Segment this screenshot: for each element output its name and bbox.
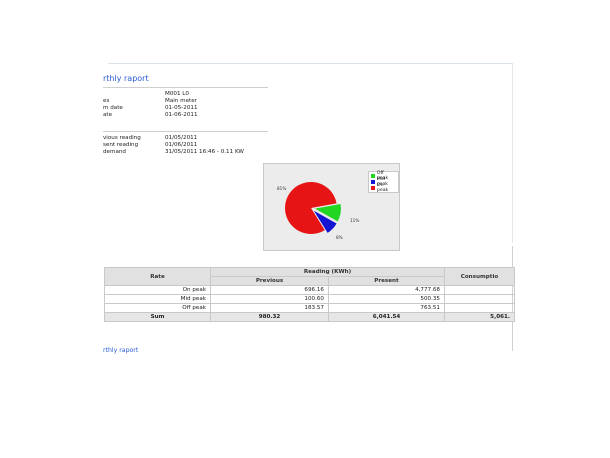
cell-rate: Mid peak <box>104 294 211 304</box>
title-divider <box>103 87 268 88</box>
legend-swatch-mid-peak <box>371 180 375 184</box>
info-value: 01-06-2011 <box>165 112 198 118</box>
reading-value: 31/05/2011 16:46 - 0.11 KW <box>165 149 244 155</box>
info-value: M001 L0 <box>165 91 189 97</box>
cell-consumption <box>444 294 515 304</box>
cell-present: 763.51 <box>328 303 445 313</box>
cell-consumption <box>444 285 515 295</box>
table-sum-row: Sum 980.32 6,041.54 5,061. <box>104 312 515 322</box>
slice-label-on-peak: 81% <box>277 186 287 191</box>
legend-label: On peak <box>376 183 389 193</box>
cell-present: 500.35 <box>328 294 445 304</box>
table-row: On peak 696.16 4,777.68 <box>104 285 515 295</box>
cell-previous: 100.60 <box>210 294 329 304</box>
legend-swatch-off-peak <box>371 174 375 178</box>
cell-consumption <box>444 303 515 313</box>
right-divider <box>512 63 513 243</box>
section-divider <box>103 131 268 132</box>
slice-label-mid-peak: 8% <box>336 235 343 240</box>
reading-value: 01/06/2011 <box>165 142 198 148</box>
cell-sum-previous: 980.32 <box>210 312 329 322</box>
info-label: es <box>103 98 110 104</box>
cell-previous: 183.57 <box>210 303 329 313</box>
cell-rate: On peak <box>104 285 211 295</box>
report-title[interactable]: rthly raport <box>103 74 149 83</box>
table-row: Off peak 183.57 763.51 <box>104 303 515 313</box>
col-rate[interactable]: Rate <box>104 267 211 286</box>
pie-chart: Off peak Mid peak On peak 81% 11% 8% <box>263 163 400 251</box>
col-present[interactable]: Present <box>328 276 445 286</box>
report-page: rthly raport M001 L0 es Main meter m dat… <box>0 0 610 458</box>
reading-label: sent reading <box>103 142 139 148</box>
legend-item: On peak <box>371 183 396 193</box>
legend-swatch-on-peak <box>371 186 375 190</box>
cell-present: 4,777.68 <box>328 285 445 295</box>
col-previous[interactable]: Previous <box>210 276 329 286</box>
cell-sum-label: Sum <box>104 312 211 322</box>
cell-sum-present: 6,041.54 <box>328 312 445 322</box>
col-consumption[interactable]: Consumptio <box>444 267 515 286</box>
info-label: m date <box>103 105 123 111</box>
chart-legend: Off peak Mid peak On peak <box>368 171 399 193</box>
readings-table: Rate Reading (KWh) Consumptio Previous P… <box>104 267 515 322</box>
footer-link[interactable]: rthly raport <box>103 347 138 354</box>
table-row: Mid peak 100.60 500.35 <box>104 294 515 304</box>
top-divider <box>108 63 513 64</box>
cell-previous: 696.16 <box>210 285 329 295</box>
info-value: 01-05-2011 <box>165 105 198 111</box>
info-label: ate <box>103 112 113 118</box>
reading-label: vious reading <box>103 135 141 141</box>
info-value: Main meter <box>165 98 197 104</box>
col-reading[interactable]: Reading (KWh) <box>210 267 445 277</box>
reading-value: 01/05/2011 <box>165 135 198 141</box>
slice-label-off-peak: 11% <box>350 218 360 223</box>
table-header-row: Rate Reading (KWh) Consumptio <box>104 267 515 286</box>
reading-label: demand <box>103 149 126 155</box>
cell-sum-consumption: 5,061. <box>444 312 515 322</box>
cell-rate: Off peak <box>104 303 211 313</box>
